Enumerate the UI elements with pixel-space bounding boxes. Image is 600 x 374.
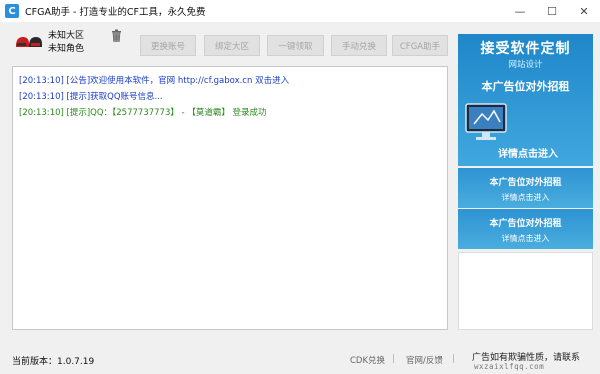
top-toolbar: 未知大区 未知角色 更换账号 绑定大区 一键领取 手动兑换 CFGA助手 bbox=[0, 22, 456, 62]
ad-box-1[interactable]: 本广告位对外招租 详情点击进入 bbox=[458, 168, 593, 208]
status-bar: 当前版本：1.0.7.19 CDK兑换 | 官网/反馈 | 广告如有欺骗性质，请… bbox=[0, 348, 600, 374]
one-click-claim-button[interactable]: 一键领取 bbox=[267, 35, 324, 56]
log-panel[interactable]: [20:13:10] [公告]欢迎使用本软件，官网 http://cf.gabo… bbox=[12, 66, 448, 330]
ad-banner[interactable]: 接受软件定制 网站设计 本广告位对外招租 详情点击进入 bbox=[458, 34, 593, 166]
cdk-redeem-link[interactable]: CDK兑换 bbox=[350, 354, 385, 366]
separator: | bbox=[392, 354, 395, 364]
log-text: [公告]欢迎使用本软件，官网 http://cf.gabox.cn 双击进入 bbox=[66, 76, 290, 86]
switch-account-button[interactable]: 更换账号 bbox=[140, 35, 196, 56]
log-text: [提示]QQ：【2577737773】 - 【莫道霸】 登录成功 bbox=[66, 108, 267, 118]
ad-box-2[interactable]: 本广告位对外招租 详情点击进入 bbox=[458, 209, 593, 249]
manual-redeem-button[interactable]: 手动兑换 bbox=[331, 35, 387, 56]
monitor-icon bbox=[464, 102, 508, 144]
cfga-helper-button[interactable]: CFGA助手 bbox=[392, 35, 448, 56]
ad-box-2-line1: 本广告位对外招租 bbox=[489, 219, 562, 229]
separator: | bbox=[452, 354, 455, 364]
trash-icon[interactable] bbox=[110, 29, 123, 42]
log-time: [20:13:10] bbox=[19, 108, 64, 118]
log-line: [20:13:10] [公告]欢迎使用本软件，官网 http://cf.gabo… bbox=[19, 73, 441, 89]
window-controls: — ☐ ✕ bbox=[504, 0, 600, 22]
log-line: [20:13:10] [提示]获取QQ账号信息... bbox=[19, 89, 441, 105]
ad-box-1-line2: 详情点击进入 bbox=[501, 193, 550, 202]
ad-empty-slot bbox=[458, 252, 593, 330]
role-label: 未知角色 bbox=[48, 44, 85, 54]
log-time: [20:13:10] bbox=[19, 92, 64, 102]
maximize-button[interactable]: ☐ bbox=[536, 0, 568, 22]
ad-banner-title: 接受软件定制 bbox=[480, 41, 571, 57]
helmet-icon bbox=[14, 32, 44, 52]
log-line: [20:13:10] [提示]QQ：【2577737773】 - 【莫道霸】 登… bbox=[19, 105, 441, 121]
bind-region-button[interactable]: 绑定大区 bbox=[204, 35, 260, 56]
region-label: 未知大区 bbox=[48, 31, 85, 41]
minimize-button[interactable]: — bbox=[504, 0, 536, 22]
user-info: 未知大区 未知角色 bbox=[48, 30, 84, 56]
ad-banner-cta[interactable]: 详情点击进入 bbox=[480, 145, 576, 161]
close-button[interactable]: ✕ bbox=[568, 0, 600, 22]
ad-banner-line: 本广告位对外招租 bbox=[481, 80, 570, 93]
ad-box-1-line1: 本广告位对外招租 bbox=[489, 178, 562, 188]
app-icon: C bbox=[5, 4, 19, 18]
window-title: CFGA助手 - 打造专业的CF工具，永久免费 bbox=[25, 7, 206, 18]
log-time: [20:13:10] bbox=[19, 76, 64, 86]
ad-box-2-line2: 详情点击进入 bbox=[501, 234, 550, 243]
log-text: [提示]获取QQ账号信息... bbox=[66, 92, 163, 102]
ad-banner-subtitle: 网站设计 bbox=[508, 60, 543, 70]
site-feedback-link[interactable]: 官网/反馈 bbox=[406, 354, 443, 366]
version-label: 当前版本：1.0.7.19 bbox=[12, 357, 95, 367]
watermark: wxzaixlfqq.com bbox=[474, 362, 545, 371]
title-bar: C CFGA助手 - 打造专业的CF工具，永久免费 — ☐ ✕ bbox=[0, 0, 600, 22]
